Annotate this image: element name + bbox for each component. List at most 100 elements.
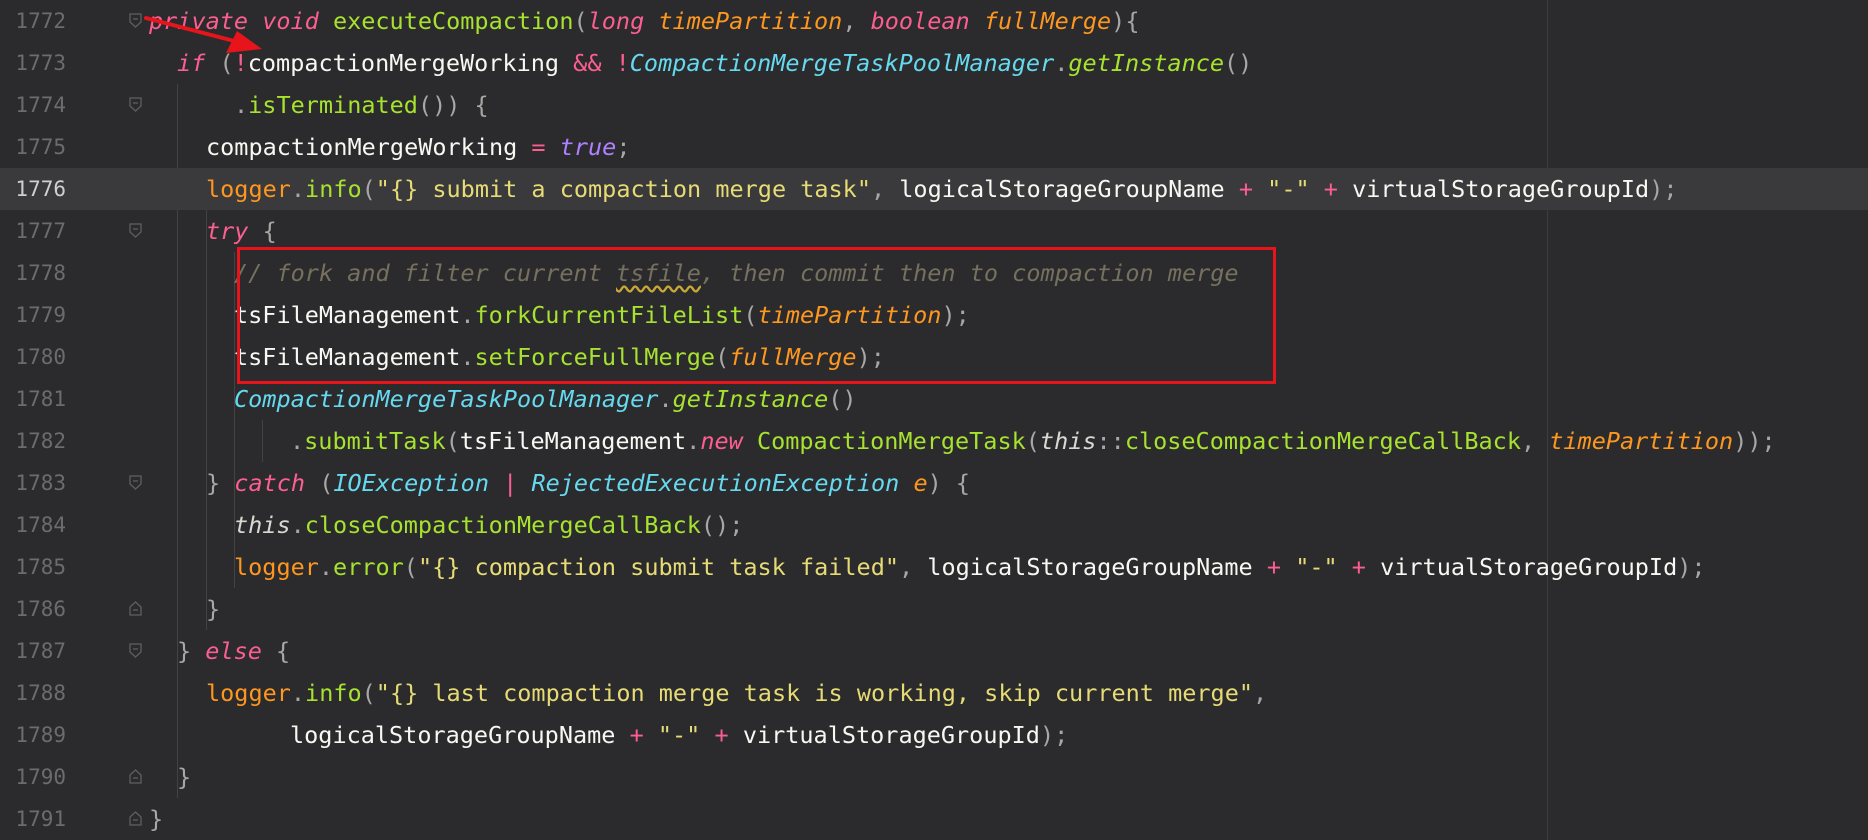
code-token: IOException [333,469,489,497]
line-number: 1772 [15,9,66,33]
code-line[interactable]: 1776 logger.info("{} submit a compaction … [0,168,1868,210]
code-token: + [1266,553,1282,581]
code-text[interactable]: this.closeCompactionMergeCallBack(); [234,504,743,546]
code-token: ()) { [417,91,489,119]
code-token: timePartition [1549,427,1734,455]
fold-start-icon[interactable] [129,475,142,490]
code-text[interactable]: tsFileManagement.setForceFullMerge(fullM… [234,336,885,378]
code-token: } [149,805,164,833]
code-text[interactable]: .submitTask(tsFileManagement.new Compact… [290,420,1776,462]
code-token: info [305,175,362,203]
code-token: "{} last compaction merge task is workin… [375,679,1253,707]
code-text[interactable]: CompactionMergeTaskPoolManager.getInstan… [234,378,857,420]
code-line[interactable]: 1780 tsFileManagement.setForceFullMerge(f… [0,336,1868,378]
code-line[interactable]: 1791} [0,798,1868,840]
code-text[interactable]: try { [206,210,277,252]
code-token: , [1520,427,1550,455]
code-token: . [460,343,475,371]
code-line[interactable]: 1784 this.closeCompactionMergeCallBack(); [0,504,1868,546]
line-number: 1781 [15,387,66,411]
line-number: 1789 [15,723,66,747]
code-token: } [177,637,206,665]
code-text[interactable]: } else { [177,630,290,672]
code-text[interactable]: compactionMergeWorking = true; [206,126,630,168]
code-text[interactable]: // fork and filter current tsfile, then … [234,252,1239,294]
code-line[interactable]: 1779 tsFileManagement.forkCurrentFileList… [0,294,1868,336]
code-token: ; [616,133,631,161]
code-token: this [1039,427,1097,455]
code-line[interactable]: 1786} [0,588,1868,630]
code-line[interactable]: 1787} else { [0,630,1868,672]
code-text[interactable]: logger.info("{} last compaction merge ta… [206,672,1267,714]
code-token: if [177,49,206,77]
code-line[interactable]: 1777 try { [0,210,1868,252]
code-token: . [686,427,701,455]
code-token: ( [445,427,460,455]
fold-start-icon[interactable] [129,97,142,112]
code-text[interactable]: logicalStorageGroupName + "-" + virtualS… [290,714,1068,756]
code-token: ( [361,679,376,707]
code-text[interactable]: } [149,798,163,840]
code-token: + [1351,553,1366,581]
code-token: logger [234,553,319,581]
code-token: private [149,7,249,35]
code-line[interactable]: 1783} catch (IOException | RejectedExecu… [0,462,1868,504]
code-token: , [870,175,900,203]
code-line[interactable]: 1778 // fork and filter current tsfile, t… [0,252,1868,294]
code-token: CompactionMergeTaskPoolManager [629,49,1055,77]
code-token: ( [305,469,334,497]
code-token: . [290,175,306,203]
code-token: . [1054,49,1069,77]
code-text[interactable]: tsFileManagement.forkCurrentFileList(tim… [234,294,970,336]
fold-end-icon[interactable] [129,769,142,784]
code-line[interactable]: 1773 if (!compactionMergeWorking && !Comp… [0,42,1868,84]
code-token: "-" [657,721,701,749]
code-line[interactable]: 1788 logger.info("{} last compaction merg… [0,672,1868,714]
line-number: 1780 [15,345,66,369]
code-token: timePartition [658,7,843,35]
code-text[interactable]: } [206,588,220,630]
code-text[interactable]: .isTerminated()) { [234,84,489,126]
code-token: tsFileManagement [234,301,461,329]
code-token: logicalStorageGroupName [290,721,616,749]
code-text[interactable]: private void executeCompaction(long time… [149,0,1139,42]
fold-end-icon[interactable] [129,811,142,826]
code-token: tsFileManagement [459,427,687,455]
code-token: true [559,133,617,161]
code-line[interactable]: 1774 .isTerminated()) { [0,84,1868,126]
code-token: compactionMergeWorking [206,133,518,161]
code-line[interactable]: 1789 logicalStorageGroupName + "-" + virt… [0,714,1868,756]
code-token: this [234,511,291,539]
code-line[interactable]: 1775 compactionMergeWorking = true; [0,126,1868,168]
code-token: . [234,91,249,119]
code-token: ( [573,7,588,35]
code-token: { [248,217,277,245]
code-line[interactable]: 1772 private void executeCompaction(long … [0,0,1868,42]
code-token: ( [715,343,730,371]
code-line[interactable]: 1790} [0,756,1868,798]
code-text[interactable]: } catch (IOException | RejectedExecution… [206,462,970,504]
code-line[interactable]: 1782 .submitTask(tsFileManagement.new Com… [0,420,1868,462]
code-editor[interactable]: 1772 private void executeCompaction(long … [0,0,1868,840]
code-token: ) { [927,469,971,497]
fold-start-icon[interactable] [129,223,142,238]
fold-end-icon[interactable] [129,601,142,616]
code-text[interactable]: if (!compactionMergeWorking && !Compacti… [177,42,1252,84]
code-token: else [205,637,262,665]
code-line[interactable]: 1781 CompactionMergeTaskPoolManager.getIn… [0,378,1868,420]
line-number: 1788 [15,681,66,705]
code-text[interactable]: logger.error("{} compaction submit task … [234,546,1706,588]
fold-start-icon[interactable] [129,13,142,28]
code-line[interactable]: 1785 logger.error("{} compaction submit t… [0,546,1868,588]
code-token: virtualStorageGroupId [1380,553,1678,581]
code-text[interactable]: } [177,756,191,798]
fold-start-icon[interactable] [129,643,142,658]
line-number: 1778 [15,261,66,285]
code-text[interactable]: logger.info("{} submit a compaction merg… [206,168,1678,210]
